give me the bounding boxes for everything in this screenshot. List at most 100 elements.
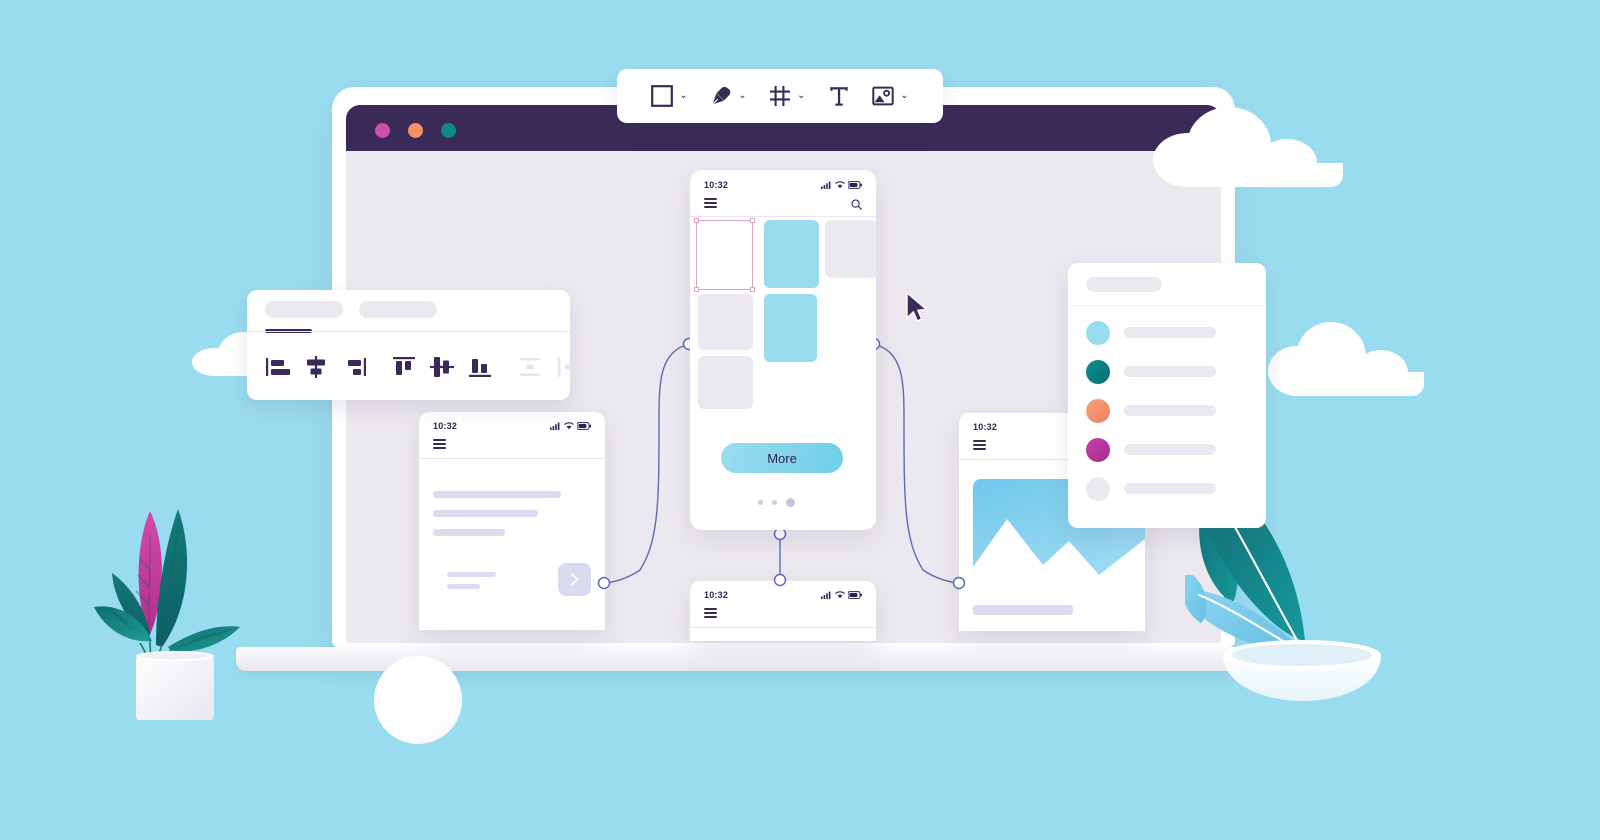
color-swatch-panel[interactable] (1068, 263, 1266, 528)
panel-divider (1068, 305, 1266, 306)
selection-bounding-box[interactable] (694, 218, 755, 292)
pagination-dot-3-active[interactable] (786, 498, 795, 507)
status-time-left: 10:32 (433, 421, 458, 431)
pagination-dot-1[interactable] (758, 500, 763, 505)
text-placeholder-line (973, 605, 1073, 615)
grid-frame-icon (770, 86, 790, 106)
color-swatch-3-icon[interactable] (1086, 398, 1110, 423)
align-top-icon[interactable] (391, 355, 417, 384)
pagination-dot-2[interactable] (772, 500, 777, 505)
alignment-panel[interactable] (247, 290, 578, 400)
hamburger-menu-icon-right[interactable] (973, 440, 986, 453)
hamburger-menu-icon-bottom[interactable] (704, 608, 717, 621)
pagination-dots[interactable] (758, 498, 806, 507)
status-icons-left (550, 422, 591, 430)
window-close-button[interactable] (375, 123, 390, 138)
tab-1[interactable] (265, 301, 343, 318)
selection-handle-bottom-left[interactable] (694, 287, 699, 292)
alignment-buttons (247, 338, 578, 400)
chevron-down-icon[interactable]: ⌄ (797, 91, 805, 101)
panel-tabs (247, 290, 570, 324)
swatch-label-placeholder (1124, 405, 1216, 416)
signal-icon (550, 422, 560, 430)
swatch-label-placeholder (1124, 327, 1216, 338)
chevron-down-icon[interactable]: ⌄ (900, 91, 908, 101)
pen-tool[interactable]: ⌄ (710, 85, 747, 107)
selection-handle-bottom-right[interactable] (750, 287, 755, 292)
battery-icon (848, 181, 862, 189)
status-time-right: 10:32 (973, 422, 998, 432)
list-item[interactable] (1068, 391, 1266, 430)
cloud-top-right (1153, 105, 1343, 187)
pen-icon (712, 86, 731, 105)
image-icon (872, 86, 894, 106)
color-swatch-2-icon[interactable] (1086, 359, 1110, 384)
align-middle-vertical-icon[interactable] (429, 355, 455, 384)
battery-icon (577, 422, 591, 430)
distribute-horizontal-icon[interactable] (555, 355, 581, 384)
grid-card[interactable] (764, 294, 817, 362)
window-minimize-button[interactable] (408, 123, 423, 138)
next-button[interactable] (558, 563, 591, 596)
text-placeholder-line (433, 510, 538, 517)
distribute-vertical-icon[interactable] (517, 355, 543, 384)
hamburger-menu-icon-center[interactable] (704, 198, 717, 211)
grid-card[interactable] (825, 220, 876, 278)
battery-icon (848, 591, 862, 599)
grid-card[interactable] (698, 294, 753, 350)
signal-icon (821, 181, 831, 189)
swatch-list (1068, 313, 1266, 508)
shape-tool[interactable]: ⌄ (651, 85, 688, 107)
frame-tool[interactable]: ⌄ (769, 85, 805, 107)
tab-2[interactable] (359, 301, 437, 318)
color-swatch-4-icon[interactable] (1086, 437, 1110, 462)
selection-handle-top-left[interactable] (694, 218, 699, 223)
wifi-icon (564, 422, 574, 430)
chevron-right-icon (570, 573, 579, 586)
text-t-icon (830, 87, 848, 106)
align-left-icon[interactable] (265, 355, 291, 384)
hamburger-menu-icon-left[interactable] (433, 439, 446, 452)
align-bottom-icon[interactable] (467, 355, 493, 384)
search-icon[interactable] (851, 199, 862, 210)
mouse-pointer-icon (906, 292, 928, 322)
status-icons-bottom (821, 591, 862, 599)
selection-handle-top-right[interactable] (750, 218, 755, 223)
square-icon (651, 85, 674, 107)
caption-line (447, 572, 496, 577)
list-item[interactable] (1068, 469, 1266, 508)
panel-header-placeholder (1086, 277, 1162, 292)
potted-plant-left (94, 509, 240, 720)
swatch-label-placeholder (1124, 366, 1216, 377)
list-item[interactable] (1068, 430, 1266, 469)
list-item[interactable] (1068, 313, 1266, 352)
chevron-down-icon[interactable]: ⌄ (679, 91, 687, 101)
status-time-bottom: 10:32 (704, 590, 729, 600)
cloud-mid-right (1268, 320, 1424, 402)
image-tool[interactable]: ⌄ (872, 85, 909, 107)
window-maximize-button[interactable] (441, 123, 456, 138)
more-button[interactable]: More (721, 443, 843, 473)
wifi-icon (835, 181, 845, 189)
status-time-center: 10:32 (704, 180, 729, 190)
grid-card[interactable] (764, 220, 819, 288)
grid-card[interactable] (698, 356, 753, 409)
swatch-label-placeholder (1124, 483, 1216, 494)
status-icons-center (821, 181, 862, 189)
phone-mockup-left[interactable]: 10:32 (419, 412, 605, 630)
chevron-down-icon[interactable]: ⌄ (738, 91, 746, 101)
decorative-sphere (374, 656, 462, 744)
color-swatch-5-icon[interactable] (1086, 476, 1110, 501)
floating-toolbar[interactable]: ⌄ ⌄ ⌄ ⌄ (617, 69, 943, 123)
illustration-canvas: 10:32 10:32 10:32 10:32 More ⌄ ⌄ ⌄ ⌄ (0, 0, 1600, 840)
text-tool[interactable] (828, 85, 850, 107)
signal-icon (821, 591, 831, 599)
align-right-icon[interactable] (341, 355, 367, 384)
wifi-icon (835, 591, 845, 599)
swatch-label-placeholder (1124, 444, 1216, 455)
phone-mockup-bottom[interactable]: 10:32 (690, 581, 876, 641)
text-placeholder-line (433, 529, 505, 536)
align-center-horizontal-icon[interactable] (303, 355, 329, 384)
color-swatch-1-icon[interactable] (1086, 320, 1110, 345)
list-item[interactable] (1068, 352, 1266, 391)
